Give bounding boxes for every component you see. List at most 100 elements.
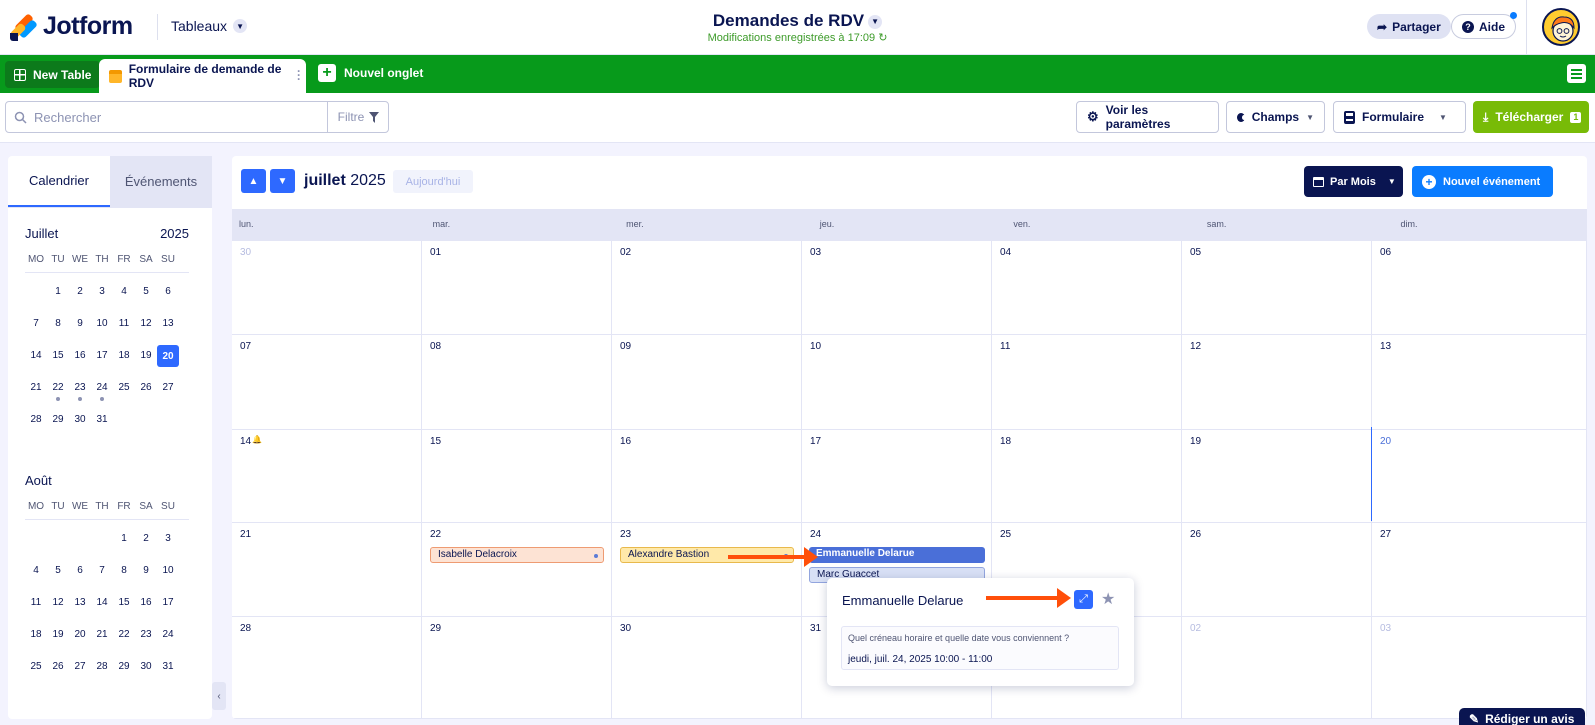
mini-day[interactable]: 4 xyxy=(113,281,135,313)
mini-day[interactable]: 23 xyxy=(135,624,157,656)
day-cell[interactable]: 11 xyxy=(992,335,1182,430)
day-cell[interactable]: 18 xyxy=(992,430,1182,523)
mini-day[interactable]: 18 xyxy=(25,624,47,656)
mini-day[interactable]: 17 xyxy=(157,592,179,624)
mini-day[interactable]: 28 xyxy=(91,656,113,688)
mini-day[interactable]: 19 xyxy=(135,345,157,377)
mini-day[interactable]: 3 xyxy=(157,528,179,560)
mini-day[interactable]: 27 xyxy=(69,656,91,688)
fields-dropdown[interactable]: Champs ▼ xyxy=(1226,101,1325,133)
view-settings-button[interactable]: ⚙ Voir les paramètres xyxy=(1076,101,1219,133)
new-tab-button[interactable]: + Nouvel onglet xyxy=(318,64,423,82)
hamburger-menu-icon[interactable] xyxy=(1567,64,1586,83)
mini-day[interactable]: 22 xyxy=(47,377,69,409)
mini-day[interactable]: 26 xyxy=(47,656,69,688)
day-cell[interactable]: 22 xyxy=(422,523,612,617)
search-input[interactable] xyxy=(34,104,314,130)
mini-day[interactable]: 7 xyxy=(25,313,47,345)
mini-day[interactable]: 28 xyxy=(25,409,47,441)
mini-day[interactable]: 9 xyxy=(69,313,91,345)
view-mode-dropdown[interactable]: Par Mois ▼ xyxy=(1304,166,1403,197)
day-cell[interactable]: 30 xyxy=(232,241,422,335)
mini-day[interactable]: 1 xyxy=(47,281,69,313)
mini-day[interactable]: 10 xyxy=(157,560,179,592)
mini-day[interactable]: 13 xyxy=(157,313,179,345)
collapse-panel-chevron-icon[interactable]: ‹ xyxy=(212,682,226,710)
mini-day[interactable]: 1 xyxy=(113,528,135,560)
day-cell[interactable]: 15 xyxy=(422,430,612,523)
mini-day[interactable]: 23 xyxy=(69,377,91,409)
mini-day[interactable]: 20 xyxy=(69,624,91,656)
mini-day[interactable]: 30 xyxy=(135,656,157,688)
day-cell[interactable]: 29 xyxy=(422,617,612,719)
mini-day[interactable]: 13 xyxy=(69,592,91,624)
mini-day[interactable]: 26 xyxy=(135,377,157,409)
new-table-button[interactable]: New Table xyxy=(5,61,101,88)
day-cell[interactable]: 02 xyxy=(612,241,802,335)
download-button[interactable]: ⤓ Télécharger 1 xyxy=(1473,101,1589,133)
day-cell[interactable]: 10 xyxy=(802,335,992,430)
mini-day[interactable]: 24 xyxy=(91,377,113,409)
expand-icon[interactable]: ⤢ xyxy=(1074,590,1093,609)
document-title[interactable]: Demandes de RDV ▼ xyxy=(0,11,1595,31)
mini-day[interactable]: 10 xyxy=(91,313,113,345)
mini-day[interactable]: 7 xyxy=(91,560,113,592)
mini-day[interactable]: 15 xyxy=(47,345,69,377)
mini-day[interactable]: 30 xyxy=(69,409,91,441)
day-cell[interactable]: 14 🔔 xyxy=(232,430,422,523)
mini-day[interactable]: 5 xyxy=(135,281,157,313)
mini-day[interactable]: 6 xyxy=(69,560,91,592)
mini-day[interactable]: 25 xyxy=(113,377,135,409)
tab-events[interactable]: Événements xyxy=(110,156,212,207)
mini-day[interactable]: 24 xyxy=(157,624,179,656)
day-cell[interactable]: 05 xyxy=(1182,241,1372,335)
write-review-button[interactable]: ✎ Rédiger un avis xyxy=(1459,708,1585,725)
mini-day[interactable]: 12 xyxy=(135,313,157,345)
mini-day[interactable]: 12 xyxy=(47,592,69,624)
mini-day[interactable]: 5 xyxy=(47,560,69,592)
mini-day[interactable]: 29 xyxy=(47,409,69,441)
mini-day[interactable]: 31 xyxy=(157,656,179,688)
mini-day[interactable]: 16 xyxy=(69,345,91,377)
mini-day[interactable]: 2 xyxy=(69,281,91,313)
previous-month-chevron-up-icon[interactable]: ▲ xyxy=(241,169,266,193)
day-cell[interactable]: 27 xyxy=(1372,523,1587,617)
star-icon[interactable]: ★ xyxy=(1101,589,1115,609)
day-cell[interactable]: 04 xyxy=(992,241,1182,335)
share-button[interactable]: ➦ Partager xyxy=(1367,14,1451,39)
day-cell[interactable]: 03 xyxy=(1372,617,1587,719)
tab-options-icon[interactable]: · · · xyxy=(297,65,301,85)
next-month-chevron-down-icon[interactable]: ▼ xyxy=(270,169,295,193)
mini-day[interactable]: 15 xyxy=(113,592,135,624)
event-emmanuelle-delarue[interactable]: Emmanuelle Delarue xyxy=(809,547,985,563)
day-cell[interactable]: 21 xyxy=(232,523,422,617)
day-cell[interactable]: 12 xyxy=(1182,335,1372,430)
mini-day[interactable]: 14 xyxy=(25,345,47,377)
form-dropdown[interactable]: Formulaire ▼ xyxy=(1333,101,1466,133)
day-cell[interactable]: 02 xyxy=(1182,617,1372,719)
mini-day[interactable]: 31 xyxy=(91,409,113,441)
mini-day[interactable]: 21 xyxy=(25,377,47,409)
mini-day[interactable]: 11 xyxy=(25,592,47,624)
mini-day[interactable]: 29 xyxy=(113,656,135,688)
user-avatar[interactable] xyxy=(1542,8,1580,46)
day-cell[interactable]: 13 xyxy=(1372,335,1587,430)
day-cell[interactable]: 20 xyxy=(1372,430,1587,523)
mini-day[interactable]: 25 xyxy=(25,656,47,688)
day-cell[interactable]: 26 xyxy=(1182,523,1372,617)
mini-day[interactable]: 22 xyxy=(113,624,135,656)
mini-day[interactable]: 9 xyxy=(135,560,157,592)
day-cell[interactable]: 09 xyxy=(612,335,802,430)
tab-formulaire[interactable]: Formulaire de demande de RDV · · · xyxy=(99,59,306,93)
mini-day[interactable]: 27 xyxy=(157,377,179,409)
day-cell[interactable]: 07 xyxy=(232,335,422,430)
day-cell[interactable]: 19 xyxy=(1182,430,1372,523)
mini-day[interactable]: 18 xyxy=(113,345,135,377)
day-cell[interactable]: 08 xyxy=(422,335,612,430)
day-cell[interactable]: 03 xyxy=(802,241,992,335)
day-cell[interactable]: 28 xyxy=(232,617,422,719)
mini-day[interactable]: 11 xyxy=(113,313,135,345)
day-cell[interactable]: 17 xyxy=(802,430,992,523)
mini-day[interactable]: 4 xyxy=(25,560,47,592)
help-button[interactable]: ? Aide xyxy=(1451,12,1518,39)
